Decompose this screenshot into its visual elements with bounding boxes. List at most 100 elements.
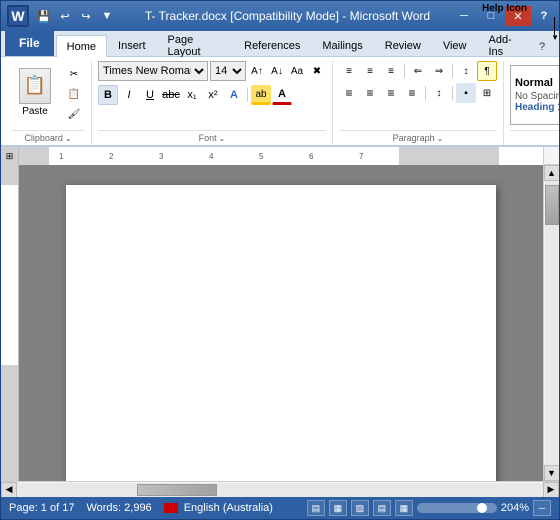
ribbon-help-icon[interactable]: ? — [533, 38, 551, 56]
scroll-left-button[interactable]: ◀ — [1, 482, 17, 498]
sep3 — [452, 64, 453, 78]
save-quick-button[interactable]: 💾 — [35, 7, 53, 25]
tab-page-layout[interactable]: Page Layout — [157, 34, 234, 56]
format-painter-button[interactable]: 🖌 — [63, 106, 85, 124]
main-area: ▲ ▼ — [1, 165, 559, 481]
font-color-button[interactable]: A — [272, 85, 292, 105]
bold-button[interactable]: B — [98, 85, 118, 105]
horizontal-ruler: 1 2 3 4 5 6 7 — [19, 147, 543, 165]
minimize-button[interactable]: ─ — [451, 6, 477, 26]
scroll-right-button[interactable]: ▶ — [543, 482, 559, 498]
svg-text:4: 4 — [209, 152, 214, 161]
undo-quick-button[interactable]: ↩ — [56, 7, 74, 25]
scroll-down-button[interactable]: ▼ — [544, 465, 560, 481]
sep5 — [452, 86, 453, 100]
cut-button[interactable]: ✂ — [63, 66, 85, 84]
multilevel-button[interactable]: ≡ — [381, 61, 401, 81]
tab-home[interactable]: Home — [56, 35, 107, 57]
highlight-button[interactable]: ab — [251, 85, 271, 105]
svg-text:3: 3 — [159, 152, 164, 161]
font-name-select[interactable]: Times New Roman — [98, 61, 208, 81]
font-name-row: Times New Roman 14 A↑ A↓ Aa ✖ — [98, 61, 326, 81]
underline-button[interactable]: U — [140, 85, 160, 105]
tab-review[interactable]: Review — [374, 34, 432, 56]
svg-text:7: 7 — [359, 152, 364, 161]
h-scroll-thumb[interactable] — [137, 484, 217, 496]
paste-label: Paste — [22, 106, 48, 117]
document-content[interactable] — [19, 165, 543, 481]
justify-button[interactable]: ≡ — [402, 83, 422, 103]
h-scroll-track[interactable] — [17, 483, 543, 497]
font-format-row: B I U abc x₁ x² A ab A — [98, 85, 292, 105]
styles-gallery[interactable]: Normal No Spacing Heading 1 — [510, 65, 560, 125]
paragraph-row1: ≡ ≡ ≡ ⇐ ⇒ ↕ ¶ — [339, 61, 497, 81]
zoom-slider[interactable] — [417, 503, 497, 513]
clipboard-expander[interactable]: ⌄ — [65, 134, 72, 143]
font-shrink-button[interactable]: A↓ — [268, 62, 286, 80]
numbering-button[interactable]: ≡ — [360, 61, 380, 81]
text-effects-button[interactable]: A — [224, 85, 244, 105]
strikethrough-button[interactable]: abc — [161, 85, 181, 105]
paste-button[interactable]: 📋 Paste — [11, 65, 59, 125]
help-icon-annotation: Help Icon ▼ — [482, 3, 527, 14]
scroll-up-button[interactable]: ▲ — [544, 165, 560, 181]
tab-insert[interactable]: Insert — [107, 34, 157, 56]
ribbon-group-clipboard: 📋 Paste ✂ 📋 🖌 Clipboard ⌄ — [5, 61, 92, 145]
align-left-button[interactable]: ≡ — [339, 83, 359, 103]
document-page[interactable] — [66, 185, 496, 481]
sort-button[interactable]: ↕ — [456, 61, 476, 81]
inc-indent-button[interactable]: ⇒ — [429, 61, 449, 81]
borders-button[interactable]: ⊞ — [477, 83, 497, 103]
paste-icon: 📋 — [19, 68, 51, 104]
align-right-button[interactable]: ≡ — [381, 83, 401, 103]
status-right: ▤ ▦ ▨ ▤ ▦ 204% ─ — [307, 500, 551, 516]
sep2 — [404, 64, 405, 78]
heading1-style: Heading 1 — [515, 102, 560, 113]
font-grow-button[interactable]: A↑ — [248, 62, 266, 80]
scroll-track[interactable] — [545, 181, 559, 465]
window-title: T- Tracker.docx [Compatibility Mode] - M… — [124, 9, 451, 23]
font-size-select[interactable]: 14 — [210, 61, 246, 81]
align-center-button[interactable]: ≡ — [360, 83, 380, 103]
page-status: Page: 1 of 17 — [9, 502, 74, 514]
paragraph-row2: ≡ ≡ ≡ ≡ ↕ ▪ ⊞ — [339, 83, 497, 103]
zoom-percent: 204% — [501, 502, 529, 514]
tab-view[interactable]: View — [432, 34, 478, 56]
tab-add-ins[interactable]: Add-Ins — [477, 34, 533, 56]
paragraph-group-content: ≡ ≡ ≡ ⇐ ⇒ ↕ ¶ ≡ ≡ ≡ ≡ ↕ — [339, 61, 497, 128]
vertical-ruler — [1, 165, 19, 481]
zoom-out-button[interactable]: ─ — [533, 500, 551, 516]
styles-group-content: Normal No Spacing Heading 1 ▲ ▼ ▼ A Quic… — [510, 61, 560, 128]
italic-button[interactable]: I — [119, 85, 139, 105]
show-marks-button[interactable]: ¶ — [477, 61, 497, 81]
ribbon-group-paragraph: ≡ ≡ ≡ ⇐ ⇒ ↕ ¶ ≡ ≡ ≡ ≡ ↕ — [333, 61, 504, 145]
redo-quick-button[interactable]: ↪ — [77, 7, 95, 25]
view-print-button[interactable]: ▤ — [307, 500, 325, 516]
paragraph-expander[interactable]: ⌄ — [437, 134, 444, 143]
bullets-button[interactable]: ≡ — [339, 61, 359, 81]
svg-text:6: 6 — [309, 152, 314, 161]
font-expander[interactable]: ⌄ — [219, 134, 226, 143]
quick-access-dropdown[interactable]: ▼ — [98, 7, 116, 25]
view-full-button[interactable]: ▦ — [329, 500, 347, 516]
line-spacing-button[interactable]: ↕ — [429, 83, 449, 103]
clear-format-button[interactable]: ✖ — [308, 62, 326, 80]
language-flag — [164, 503, 178, 513]
superscript-button[interactable]: x² — [203, 85, 223, 105]
view-outline-button[interactable]: ▤ — [373, 500, 391, 516]
tab-references[interactable]: References — [233, 34, 311, 56]
scroll-thumb[interactable] — [545, 185, 559, 225]
dec-indent-button[interactable]: ⇐ — [408, 61, 428, 81]
annotation-arrow: ▼ — [551, 33, 559, 42]
normal-style: Normal — [515, 77, 560, 89]
view-web-button[interactable]: ▨ — [351, 500, 369, 516]
view-draft-button[interactable]: ▦ — [395, 500, 413, 516]
ruler-corner[interactable]: ⊞ — [1, 147, 19, 165]
copy-button[interactable]: 📋 — [63, 86, 85, 104]
change-case-button[interactable]: Aa — [288, 62, 306, 80]
shading-button[interactable]: ▪ — [456, 83, 476, 103]
subscript-button[interactable]: x₁ — [182, 85, 202, 105]
tab-mailings[interactable]: Mailings — [311, 34, 373, 56]
help-icon[interactable]: ? — [535, 7, 553, 25]
tab-file[interactable]: File — [5, 30, 54, 56]
